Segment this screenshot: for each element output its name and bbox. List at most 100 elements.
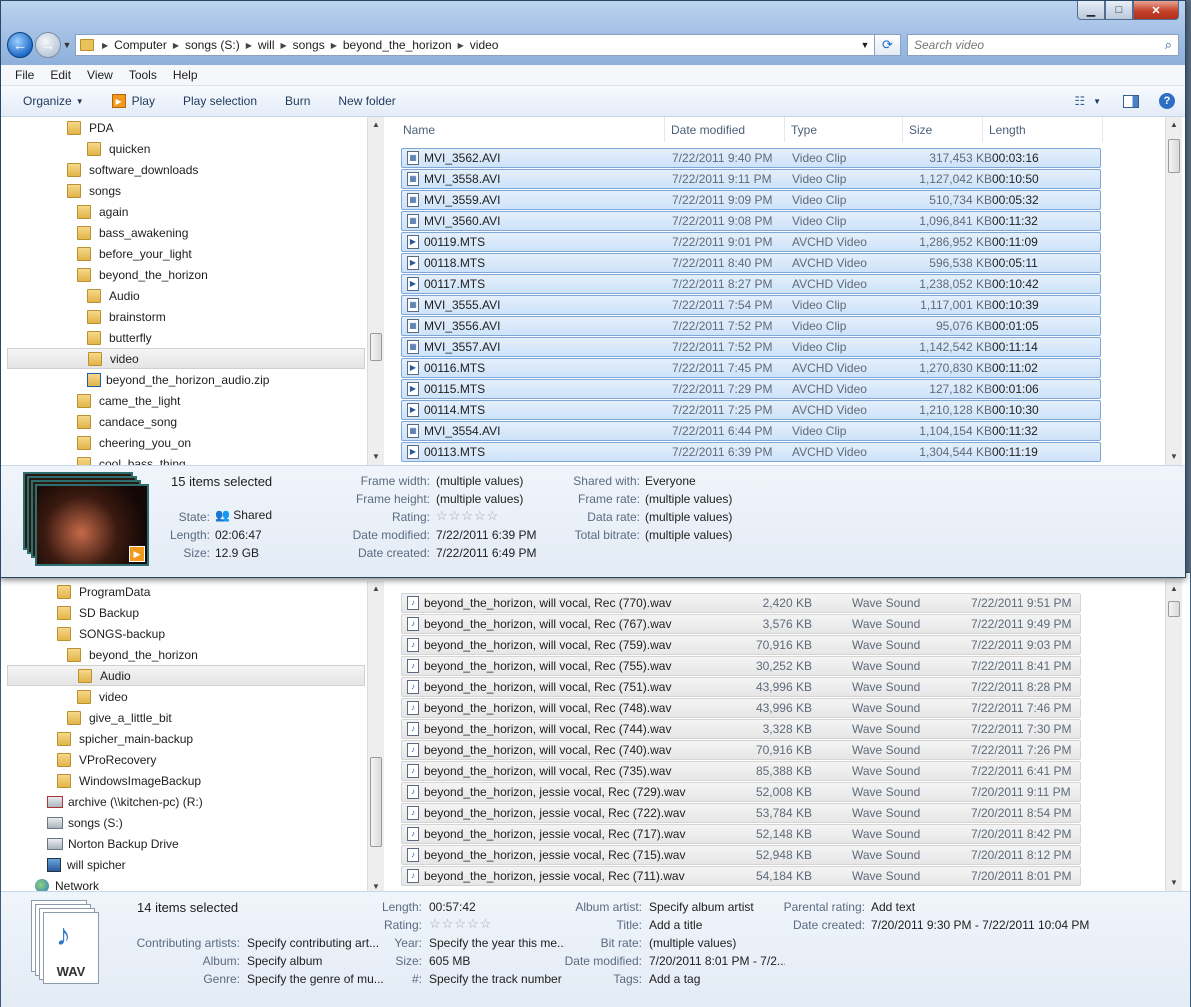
breadcrumb-separator-icon[interactable]: ▶ — [458, 41, 464, 50]
file-row[interactable]: ▦ MVI_3558.AVI 7/22/2011 9:11 PM Video Clip… — [401, 169, 1101, 189]
column-header[interactable]: Length — [983, 117, 1103, 142]
tree-item[interactable]: video — [77, 686, 128, 707]
breadcrumb-item[interactable]: Computer — [114, 38, 167, 52]
search-input[interactable]: Search video ⌕ — [907, 34, 1179, 56]
contributing-artists-value[interactable]: Specify contributing art... — [247, 936, 383, 950]
file-row[interactable]: ▶ 00118.MTS 7/22/2011 8:40 PM AVCHD Video 59… — [401, 253, 1101, 273]
file-row[interactable]: ♪ beyond_the_horizon, jessie vocal, Rec (… — [401, 782, 1081, 802]
tree-item[interactable]: cheering_you_on — [77, 432, 191, 453]
parental-rating-value[interactable]: Add text — [871, 900, 915, 914]
menu-item[interactable]: Edit — [50, 68, 71, 82]
album-artist-value[interactable]: Specify album artist — [649, 900, 754, 914]
close-button[interactable]: ✕ — [1133, 1, 1179, 20]
menu-item[interactable]: Help — [173, 68, 198, 82]
tree-item[interactable]: software_downloads — [67, 159, 198, 180]
track-value[interactable]: Specify the track number — [429, 972, 562, 986]
menu-item[interactable]: Tools — [129, 68, 157, 82]
file-row[interactable]: ♪ beyond_the_horizon, will vocal, Rec (74… — [401, 698, 1081, 718]
tree-item[interactable]: SD Backup — [57, 602, 139, 623]
recent-pages-dropdown[interactable]: ▼ — [61, 40, 73, 50]
new-folder-button[interactable]: New folder — [338, 94, 395, 108]
breadcrumb-item[interactable]: songs — [293, 38, 325, 52]
menu-item[interactable]: File — [15, 68, 34, 82]
file-row[interactable]: ▶ 00114.MTS 7/22/2011 7:25 PM AVCHD Video 1,… — [401, 400, 1101, 420]
column-header[interactable]: Type — [785, 117, 903, 142]
genre-value[interactable]: Specify the genre of mu... — [247, 972, 383, 986]
file-row[interactable]: ♪ beyond_the_horizon, will vocal, Rec (75… — [401, 656, 1081, 676]
play-button[interactable]: ▶ Play — [111, 94, 155, 108]
tree-scrollbar[interactable]: ▲ ▼ — [367, 117, 384, 465]
file-row[interactable]: ♪ beyond_the_horizon, will vocal, Rec (74… — [401, 719, 1081, 739]
scroll-up-arrow[interactable]: ▲ — [1166, 117, 1182, 133]
tree-item[interactable]: ProgramData — [57, 581, 150, 602]
file-row[interactable]: ▶ 00119.MTS 7/22/2011 9:01 PM AVCHD Video 1,… — [401, 232, 1101, 252]
album-value[interactable]: Specify album — [247, 954, 322, 968]
tree-item[interactable]: songs (S:) — [47, 812, 123, 833]
file-row[interactable]: ♪ beyond_the_horizon, jessie vocal, Rec (… — [401, 803, 1081, 823]
tree-item[interactable]: cool_bass_thing — [77, 453, 186, 465]
tree-item[interactable]: songs — [67, 180, 121, 201]
tree-item[interactable]: again — [77, 201, 128, 222]
tree-item[interactable]: VProRecovery — [57, 749, 156, 770]
breadcrumb-separator-icon[interactable]: ▶ — [281, 41, 287, 50]
column-header[interactable]: Name — [397, 117, 665, 142]
column-header[interactable]: Date modified — [665, 117, 785, 142]
rating-stars[interactable]: ☆☆☆☆☆ — [429, 916, 492, 932]
file-row[interactable]: ▦ MVI_3554.AVI 7/22/2011 6:44 PM Video Clip… — [401, 421, 1101, 441]
tree-item[interactable]: spicher_main-backup — [57, 728, 193, 749]
scroll-up-arrow[interactable]: ▲ — [368, 117, 384, 133]
tree-item[interactable]: candace_song — [77, 411, 177, 432]
address-dropdown-icon[interactable]: ▼ — [856, 40, 874, 50]
file-row[interactable]: ▶ 00117.MTS 7/22/2011 8:27 PM AVCHD Video 1,… — [401, 274, 1101, 294]
breadcrumb-item[interactable]: beyond_the_horizon — [343, 38, 452, 52]
tree-item[interactable]: came_the_light — [77, 390, 180, 411]
scroll-thumb[interactable] — [1168, 601, 1180, 617]
title-value[interactable]: Add a title — [649, 918, 702, 932]
file-row[interactable]: ▶ 00116.MTS 7/22/2011 7:45 PM AVCHD Video 1,… — [401, 358, 1101, 378]
address-bar[interactable]: ▶ Computer ▶ songs (S:) ▶ will ▶ songs ▶ beyond_t… — [75, 34, 875, 56]
burn-button[interactable]: Burn — [285, 94, 310, 108]
file-row[interactable]: ♪ beyond_the_horizon, will vocal, Rec (75… — [401, 635, 1081, 655]
file-row[interactable]: ▶ 00115.MTS 7/22/2011 7:29 PM AVCHD Video 12… — [401, 379, 1101, 399]
tree-item[interactable]: WindowsImageBackup — [57, 770, 201, 791]
play-selection-button[interactable]: Play selection — [183, 94, 257, 108]
tags-value[interactable]: Add a tag — [649, 972, 700, 986]
organize-button[interactable]: Organize ▼ — [23, 94, 84, 108]
file-row[interactable]: ♪ beyond_the_horizon, will vocal, Rec (73… — [401, 761, 1081, 781]
breadcrumb-separator-icon[interactable]: ▶ — [246, 41, 252, 50]
maximize-button[interactable]: □ — [1105, 1, 1133, 20]
list-scrollbar[interactable]: ▲ ▼ — [1165, 117, 1182, 465]
breadcrumb-separator-icon[interactable]: ▶ — [173, 41, 179, 50]
scroll-thumb[interactable] — [1168, 139, 1180, 173]
menu-item[interactable]: View — [87, 68, 113, 82]
file-row[interactable]: ▦ MVI_3555.AVI 7/22/2011 7:54 PM Video Clip… — [401, 295, 1101, 315]
column-header[interactable]: Size — [903, 117, 983, 142]
file-row[interactable]: ▶ 00113.MTS 7/22/2011 6:39 PM AVCHD Video 1,… — [401, 442, 1101, 462]
title-bar[interactable]: ▁ □ ✕ ← → ▼ ▶ Computer ▶ songs (S:) ▶ will ▶ so… — [1, 1, 1185, 65]
tree-item[interactable]: beyond_the_horizon_audio.zip — [87, 369, 269, 390]
tree-item[interactable]: archive (\\kitchen-pc) (R:) — [47, 791, 203, 812]
file-row[interactable]: ▦ MVI_3562.AVI 7/22/2011 9:40 PM Video Clip… — [401, 148, 1101, 168]
breadcrumb-item[interactable]: video — [470, 38, 499, 52]
tree-item[interactable]: Audio — [87, 285, 140, 306]
forward-button[interactable]: → — [35, 32, 61, 58]
tree-item[interactable]: Audio — [7, 665, 365, 686]
tree-item[interactable]: brainstorm — [87, 306, 166, 327]
help-icon[interactable]: ? — [1159, 93, 1175, 109]
scroll-thumb[interactable] — [370, 333, 382, 361]
tree-item[interactable]: will spicher — [47, 854, 126, 875]
tree-item[interactable]: SONGS-backup — [57, 623, 165, 644]
year-value[interactable]: Specify the year this me... — [429, 936, 565, 950]
scroll-thumb[interactable] — [370, 757, 382, 847]
file-row[interactable]: ♪ beyond_the_horizon, will vocal, Rec (75… — [401, 677, 1081, 697]
file-row[interactable]: ♪ beyond_the_horizon, jessie vocal, Rec (… — [401, 866, 1081, 886]
tree-item[interactable]: beyond_the_horizon — [77, 264, 208, 285]
file-row[interactable]: ▦ MVI_3559.AVI 7/22/2011 9:09 PM Video Clip… — [401, 190, 1101, 210]
back-button[interactable]: ← — [7, 32, 33, 58]
scroll-down-arrow[interactable]: ▼ — [1166, 449, 1182, 465]
file-row[interactable]: ▦ MVI_3556.AVI 7/22/2011 7:52 PM Video Clip… — [401, 316, 1101, 336]
breadcrumb-item[interactable]: songs (S:) — [185, 38, 240, 52]
list-scrollbar[interactable]: ▲ ▼ — [1165, 581, 1182, 891]
tree-item[interactable]: PDA — [67, 117, 114, 138]
tree-scrollbar[interactable]: ▲ ▼ — [367, 581, 384, 895]
